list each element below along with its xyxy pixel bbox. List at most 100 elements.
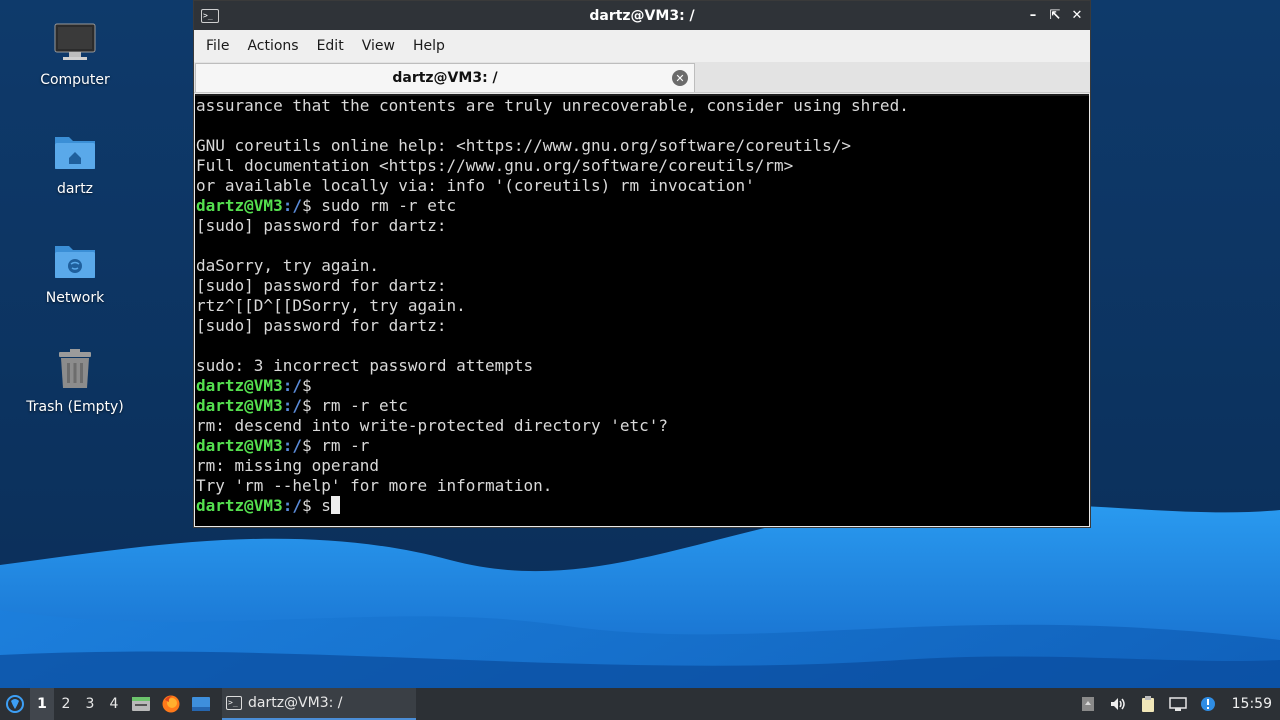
output-text: or available locally via: info '(coreuti… [196,176,755,195]
terminal-output-line: Try 'rm --help' for more information. [196,476,1089,496]
network-folder-icon [15,236,135,284]
prompt-path: :/ [282,436,302,455]
workspace-1[interactable]: 1 [30,688,54,720]
prompt-user: dartz@VM3 [196,196,283,215]
trash-icon [15,345,135,393]
desktop-icon-home[interactable]: dartz [15,127,135,197]
computer-icon [15,18,135,66]
prompt-path: :/ [282,196,302,215]
menu-file[interactable]: File [198,38,237,54]
text-cursor [330,496,340,514]
terminal-prompt-line: dartz@VM3:/$ rm -r etc [196,396,1089,416]
window-title: dartz@VM3: / [589,7,695,24]
terminal-output-line: rtz^[[D^[[DSorry, try again. [196,296,1089,316]
file-manager-launcher[interactable] [126,688,156,720]
output-text: GNU coreutils online help: <https://www.… [196,136,852,155]
tab-terminal[interactable]: dartz@VM3: / ✕ [195,63,695,92]
terminal-output-line: or available locally via: info '(coreuti… [196,176,1089,196]
window-titlebar[interactable]: >_ dartz@VM3: / – ⇱ ✕ [194,1,1090,30]
desktop-icon-label: dartz [56,181,94,197]
minimize-button[interactable]: – [1024,7,1042,25]
firefox-icon [162,695,180,713]
output-text: sudo: 3 incorrect password attempts [196,356,534,375]
output-text: assurance that the contents are truly un… [196,96,909,115]
menu-help[interactable]: Help [405,38,453,54]
menu-bar: File Actions Edit View Help [194,30,1090,62]
menu-actions[interactable]: Actions [239,38,306,54]
terminal-icon: >_ [201,8,219,23]
output-text: Try 'rm --help' for more information. [196,476,553,495]
volume-icon[interactable] [1108,694,1128,714]
command-text: rm -r etc [321,396,408,415]
prompt-suffix: $ [301,396,322,415]
terminal-prompt-line: dartz@VM3:/$ rm -r [196,436,1089,456]
output-text: [sudo] password for dartz: [196,216,447,235]
start-menu-button[interactable] [0,688,30,720]
terminal-output-line: [sudo] password for dartz: [196,216,1089,236]
prompt-suffix: $ [301,196,322,215]
terminal-prompt-line: dartz@VM3:/$ sudo rm -r etc [196,196,1089,216]
terminal-prompt-line: dartz@VM3:/$ s [196,496,1089,516]
taskbar-task-terminal[interactable]: >_ dartz@VM3: / [222,688,416,720]
prompt-user: dartz@VM3 [196,396,283,415]
output-text: daSorry, try again. [196,256,380,275]
desktop-icon-trash[interactable]: Trash (Empty) [15,345,135,415]
terminal-window: >_ dartz@VM3: / – ⇱ ✕ File Actions Edit … [193,0,1091,528]
terminal-output-line: sudo: 3 incorrect password attempts [196,356,1089,376]
menu-edit[interactable]: Edit [309,38,352,54]
terminal-output-line: rm: descend into write-protected directo… [196,416,1089,436]
clock[interactable]: 15:59 [1232,696,1272,712]
removable-media-icon[interactable] [1078,694,1098,714]
workspace-2[interactable]: 2 [54,688,78,720]
desktop-icon-network[interactable]: Network [15,236,135,306]
terminal-output[interactable]: assurance that the contents are truly un… [195,94,1089,526]
command-text: sudo rm -r etc [321,196,457,215]
network-icon[interactable] [1168,694,1188,714]
desktop-icon-computer[interactable]: Computer [15,18,135,88]
menu-view[interactable]: View [354,38,403,54]
close-tab-icon[interactable]: ✕ [672,70,688,86]
prompt-suffix: $ [301,496,322,515]
desktop-icon-label: Trash (Empty) [26,399,124,415]
close-button[interactable]: ✕ [1068,7,1086,25]
prompt-path: :/ [282,396,302,415]
workspace-4[interactable]: 4 [102,688,126,720]
output-text: Full documentation <https://www.gnu.org/… [196,156,794,175]
taskbar: 1 2 3 4 >_ dartz@VM3: / 15:59 [0,688,1280,720]
maximize-button[interactable]: ⇱ [1046,7,1064,25]
prompt-suffix: $ [301,376,322,395]
system-tray: 15:59 [1078,694,1280,714]
command-text: s [321,496,331,515]
clipboard-icon[interactable] [1138,694,1158,714]
show-desktop-icon [192,697,210,711]
lxqt-logo-icon [6,695,24,713]
tab-label: dartz@VM3: / [392,70,498,86]
prompt-user: dartz@VM3 [196,496,283,515]
task-label: dartz@VM3: / [248,695,343,711]
output-text: [sudo] password for dartz: [196,316,447,335]
prompt-user: dartz@VM3 [196,376,283,395]
desktop-icon-label: Computer [40,72,110,88]
output-text: rm: descend into write-protected directo… [196,416,669,435]
output-text: rtz^[[D^[[DSorry, try again. [196,296,466,315]
terminal-output-line: Full documentation <https://www.gnu.org/… [196,156,1089,176]
notification-icon[interactable] [1198,694,1218,714]
terminal-output-line: [sudo] password for dartz: [196,316,1089,336]
command-text: rm -r [321,436,370,455]
firefox-launcher[interactable] [156,688,186,720]
output-text: rm: missing operand [196,456,380,475]
prompt-path: :/ [282,376,302,395]
terminal-output-line: rm: missing operand [196,456,1089,476]
home-folder-icon [15,127,135,175]
desktop-icon-label: Network [45,290,105,306]
terminal-prompt-line: dartz@VM3:/$ [196,376,1089,396]
terminal-output-line: [sudo] password for dartz: [196,276,1089,296]
terminal-output-line: assurance that the contents are truly un… [196,96,1089,116]
workspace-3[interactable]: 3 [78,688,102,720]
show-desktop-launcher[interactable] [186,688,216,720]
prompt-user: dartz@VM3 [196,436,283,455]
terminal-output-line: GNU coreutils online help: <https://www.… [196,136,1089,156]
